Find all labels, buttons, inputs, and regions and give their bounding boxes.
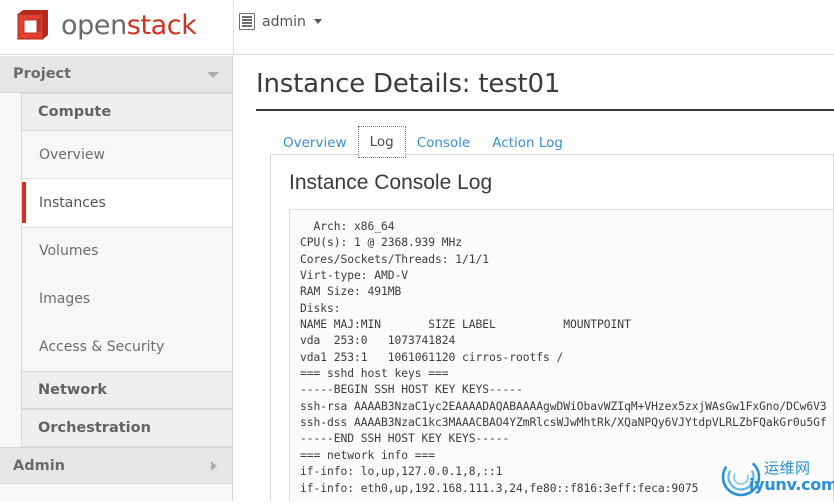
tab-label: Overview — [283, 135, 347, 151]
user-menu-dropdown[interactable]: admin — [239, 13, 322, 30]
sidebar-navigation: Project Compute Overview Instances Volum… — [0, 56, 233, 501]
sidebar-panel-admin-label: Admin — [13, 457, 66, 474]
brand-stack-text: stack — [126, 9, 197, 41]
topbar-divider — [233, 0, 234, 55]
sidebar-group-network[interactable]: Network — [21, 371, 232, 409]
tab-label: Console — [416, 135, 471, 151]
sidebar-group-network-label: Network — [38, 382, 108, 398]
top-navigation-bar: openstack admin — [0, 0, 834, 55]
tab-action-log[interactable]: Action Log — [481, 128, 574, 158]
tab-label: Log — [369, 134, 394, 150]
document-list-icon — [239, 13, 255, 30]
sidebar-panel-project-label: Project — [13, 66, 72, 82]
sidebar-item-volumes[interactable]: Volumes — [22, 227, 232, 275]
sidebar-group-orchestration[interactable]: Orchestration — [21, 409, 232, 447]
sidebar-item-label: Instances — [39, 194, 106, 211]
page-title: Instance Details: test01 — [256, 69, 561, 99]
tab-overview[interactable]: Overview — [272, 128, 358, 158]
sidebar-panel-admin[interactable]: Admin — [0, 447, 232, 484]
instance-detail-tabs: Overview Log Console Action Log — [256, 111, 834, 158]
user-menu-label: admin — [262, 13, 306, 30]
openstack-logo-brand[interactable]: openstack — [14, 6, 197, 44]
sidebar-item-label: Access & Security — [39, 338, 165, 355]
tab-label: Action Log — [492, 135, 563, 151]
sidebar-item-images[interactable]: Images — [22, 275, 232, 323]
console-log-scroll-box[interactable]: Arch: x86_64 CPU(s): 1 @ 2368.939 MHz Co… — [289, 209, 833, 501]
main-content-area: Instance Details: test01 Overview Log Co… — [234, 56, 834, 501]
console-log-text: Arch: x86_64 CPU(s): 1 @ 2368.939 MHz Co… — [300, 220, 827, 495]
sidebar-item-label: Overview — [39, 146, 105, 163]
sidebar-group-compute-label: Compute — [38, 104, 112, 120]
sidebar-group-compute-items: Overview Instances Volumes Images Access… — [21, 131, 232, 371]
tab-console[interactable]: Console — [406, 128, 482, 158]
sidebar-item-access-and-security[interactable]: Access & Security — [22, 323, 232, 371]
sidebar-item-label: Images — [39, 290, 91, 307]
chevron-right-icon — [211, 461, 217, 471]
tab-log[interactable]: Log — [357, 126, 406, 158]
sidebar-group-orchestration-label: Orchestration — [38, 420, 151, 436]
panel-title: Instance Console Log — [289, 171, 493, 194]
chevron-down-icon — [313, 19, 322, 24]
sidebar-item-label: Volumes — [39, 242, 99, 259]
brand-open-text: open — [61, 9, 127, 41]
chevron-down-icon — [207, 72, 219, 78]
sidebar-panel-project[interactable]: Project — [0, 56, 232, 93]
sidebar-item-overview[interactable]: Overview — [22, 131, 232, 179]
sidebar-group-compute[interactable]: Compute — [21, 93, 232, 131]
sidebar-item-instances[interactable]: Instances — [22, 179, 232, 227]
log-tab-panel: Instance Console Log Arch: x86_64 CPU(s)… — [270, 154, 834, 501]
openstack-cube-logo-icon — [14, 6, 52, 44]
brand-wordmark: openstack — [61, 9, 197, 41]
